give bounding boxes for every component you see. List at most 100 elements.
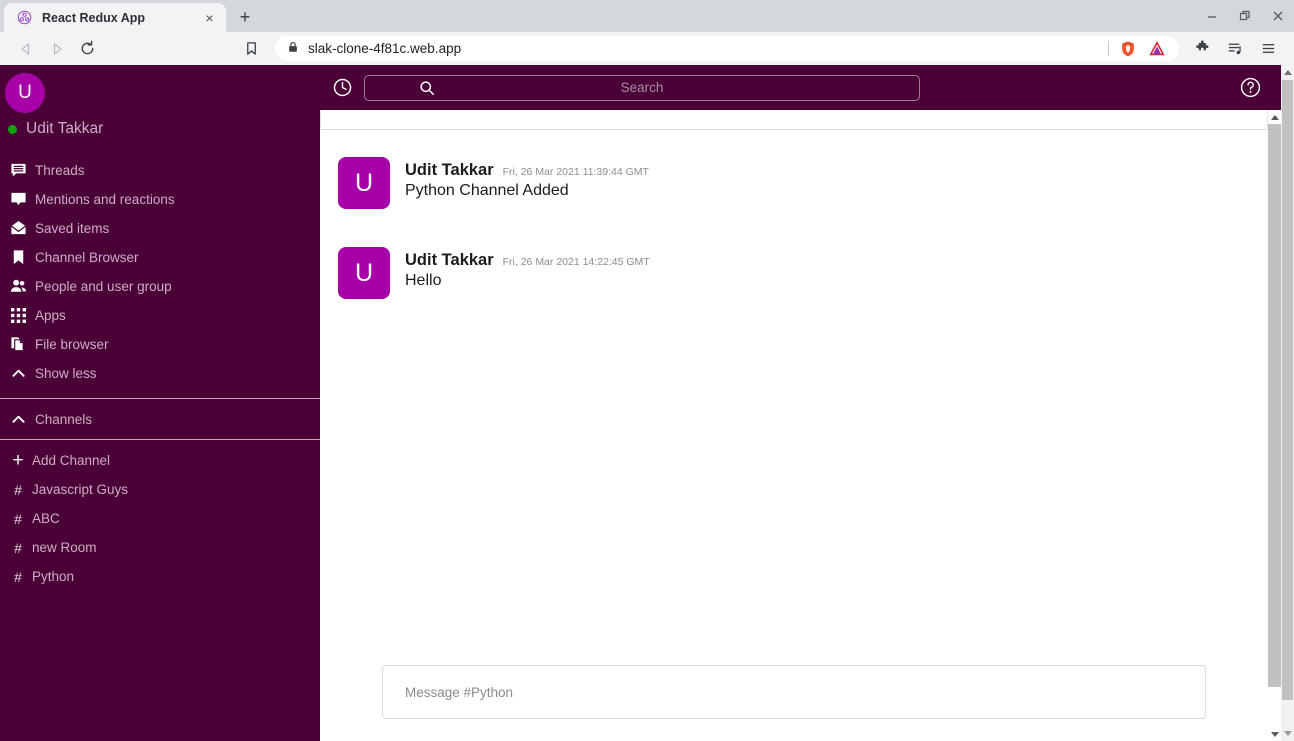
username-row[interactable]: Udit Takkar (0, 113, 320, 138)
restore-icon[interactable] (1228, 0, 1261, 32)
status-indicator-online (8, 124, 17, 134)
page-viewport: U Udit Takkar Threads Mentions and react… (0, 65, 1294, 741)
browser-tab[interactable]: React Redux App × (4, 3, 226, 32)
address-bar[interactable]: slak-clone-4f81c.web.app (275, 36, 1179, 61)
add-channel-label: Add Channel (32, 453, 111, 468)
sidebar-item-people[interactable]: People and user group (0, 272, 320, 301)
bookmark-toolbar-icon[interactable] (236, 35, 267, 63)
message-timestamp: Fri, 26 Mar 2021 11:39:44 GMT (502, 166, 649, 178)
channel-name: ABC (32, 511, 60, 526)
forward-icon[interactable] (41, 35, 72, 63)
message-author: Udit Takkar (405, 251, 494, 269)
url-separator (1108, 41, 1109, 56)
channel-name: Javascript Guys (32, 482, 129, 497)
sidebar-item-label: Apps (35, 308, 66, 323)
scrollbar-thumb[interactable] (1268, 124, 1281, 687)
brave-shield-icon[interactable] (1118, 39, 1138, 59)
user-profile: U Udit Takkar (0, 65, 320, 138)
slack-clone-app: U Udit Takkar Threads Mentions and react… (0, 65, 1281, 741)
sidebar-item-label: Channel Browser (35, 250, 139, 265)
bookmark-icon (4, 249, 32, 266)
scroll-down-arrow[interactable] (1283, 726, 1292, 741)
scroll-down-arrow[interactable] (1270, 727, 1279, 741)
hash-icon: # (14, 539, 22, 556)
message-text: Hello (405, 272, 442, 289)
sidebar-item-label: People and user group (35, 279, 172, 294)
composer-wrapper: Message #Python (320, 665, 1268, 741)
scrollbar-track[interactable] (1268, 124, 1281, 727)
channel-item-javascript-guys[interactable]: # Javascript Guys (0, 475, 320, 504)
sidebar-section-channels[interactable]: Channels (0, 399, 320, 439)
sidebar-item-label: Mentions and reactions (35, 192, 175, 207)
sidebar-item-label: File browser (35, 337, 109, 352)
channel-item-new-room[interactable]: # new Room (0, 533, 320, 562)
message-panel: U Udit Takkar Fri, 26 Mar 2021 11:39:44 … (320, 110, 1268, 741)
avatar: U (338, 157, 390, 209)
message-item: U Udit Takkar Fri, 26 Mar 2021 14:22:45 … (320, 218, 1268, 308)
avatar[interactable]: U (5, 73, 45, 113)
search-placeholder: Search (620, 80, 664, 95)
help-circle-icon[interactable] (1219, 76, 1281, 99)
message-text: Python Channel Added (405, 182, 569, 199)
people-icon (4, 278, 32, 295)
chevron-up-icon (4, 366, 32, 381)
chevron-up-icon (4, 412, 32, 427)
sidebar-item-apps[interactable]: Apps (0, 301, 320, 330)
saved-items-icon (4, 220, 32, 237)
message-author: Udit Takkar (405, 161, 494, 179)
message-timestamp: Fri, 26 Mar 2021 14:22:45 GMT (502, 256, 650, 268)
close-icon[interactable]: × (201, 9, 218, 26)
minimize-icon[interactable] (1195, 0, 1228, 32)
channel-name: Python (32, 569, 75, 584)
sidebar-item-saved[interactable]: Saved items (0, 214, 320, 243)
section-label: Channels (35, 411, 93, 427)
sidebar-item-mentions[interactable]: Mentions and reactions (0, 185, 320, 214)
sidebar-item-label: Saved items (35, 221, 110, 236)
scrollbar-track[interactable] (1281, 80, 1294, 726)
scrollbar-thumb[interactable] (1282, 80, 1293, 700)
apps-grid-icon (4, 308, 32, 323)
sidebar-item-threads[interactable]: Threads (0, 156, 320, 185)
close-window-icon[interactable] (1261, 0, 1294, 32)
message-header: Udit Takkar Fri, 26 Mar 2021 11:39:44 GM… (405, 161, 649, 180)
navigation-toolbar: slak-clone-4f81c.web.app (0, 32, 1294, 65)
browser-scrollbar[interactable] (1281, 65, 1294, 741)
window-controls (1195, 0, 1294, 32)
url-text: slak-clone-4f81c.web.app (308, 41, 462, 56)
hamburger-icon[interactable] (1253, 35, 1284, 63)
app-scrollbar[interactable] (1268, 110, 1281, 741)
reload-icon[interactable] (72, 35, 103, 63)
search-input[interactable]: Search (364, 74, 920, 101)
tab-strip: React Redux App × + (0, 0, 1294, 32)
message-body: Udit Takkar Fri, 26 Mar 2021 14:22:45 GM… (405, 247, 650, 299)
puzzle-icon[interactable] (1187, 35, 1218, 63)
scroll-up-arrow[interactable] (1283, 65, 1292, 80)
channel-name: new Room (32, 540, 97, 555)
clock-icon[interactable] (320, 77, 364, 98)
sidebar-item-channel-browser[interactable]: Channel Browser (0, 243, 320, 272)
mentions-icon (4, 191, 32, 208)
sidebar-item-show-less[interactable]: Show less (0, 359, 320, 388)
back-icon[interactable] (10, 35, 41, 63)
brave-logo-icon[interactable] (1147, 39, 1167, 59)
message-body: Udit Takkar Fri, 26 Mar 2021 11:39:44 GM… (405, 157, 649, 209)
scroll-up-arrow[interactable] (1270, 110, 1279, 124)
playlist-icon[interactable] (1220, 35, 1251, 63)
sidebar-nav-list: Threads Mentions and reactions Saved ite… (0, 156, 320, 388)
file-browser-icon (4, 336, 32, 353)
channel-header-bar (320, 110, 1268, 130)
toolbar-right (1187, 35, 1284, 63)
hash-icon: # (14, 510, 22, 527)
new-tab-button[interactable]: + (232, 4, 258, 30)
channel-item-abc[interactable]: # ABC (0, 504, 320, 533)
sidebar: U Udit Takkar Threads Mentions and react… (0, 65, 320, 741)
plus-icon: + (12, 449, 24, 471)
hash-icon: # (14, 481, 22, 498)
message-list: U Udit Takkar Fri, 26 Mar 2021 11:39:44 … (320, 130, 1268, 665)
sidebar-item-file-browser[interactable]: File browser (0, 330, 320, 359)
add-channel-button[interactable]: + Add Channel (0, 446, 320, 475)
message-input[interactable]: Message #Python (382, 665, 1206, 719)
app-topbar: Search (320, 65, 1281, 110)
channel-item-python[interactable]: # Python (0, 562, 320, 591)
browser-window: React Redux App × + slak-clone-4f81c.web… (0, 0, 1294, 741)
